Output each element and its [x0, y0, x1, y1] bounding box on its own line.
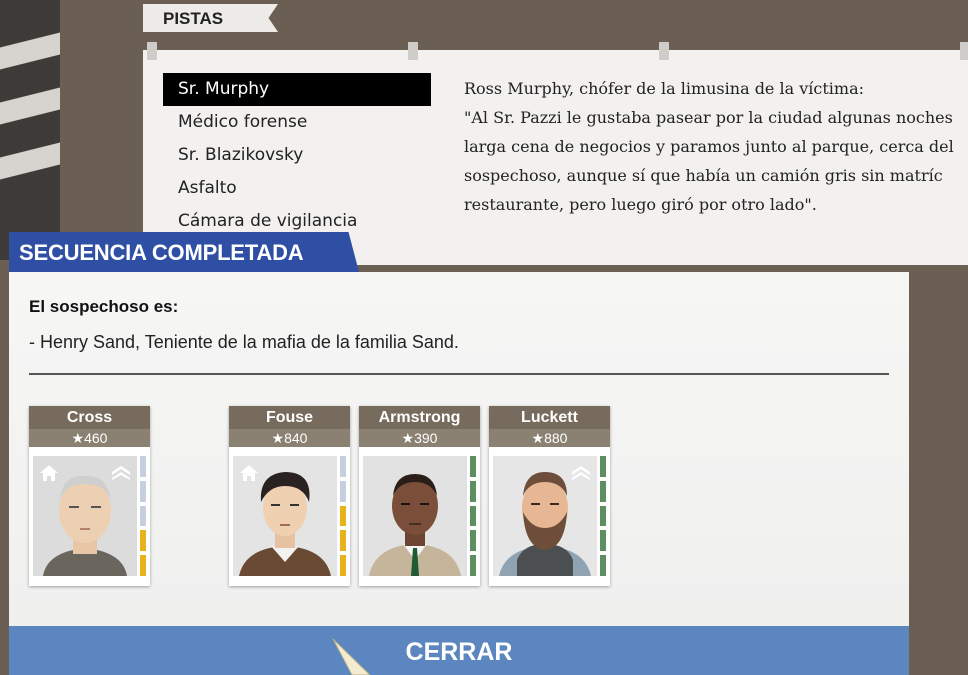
bar-segment [140, 505, 146, 527]
pistas-item-sr-blazikovsky[interactable]: Sr. Blazikovsky [163, 139, 431, 172]
bar-segment [140, 555, 146, 576]
card-score-value: 840 [284, 430, 308, 446]
clue-line: larga cena de negocios y paramos junto a… [464, 137, 954, 156]
card-name: Fouse [229, 406, 350, 429]
card-score: ★840 [229, 429, 350, 447]
pistas-list: Sr. Murphy Médico forense Sr. Blazikovsk… [163, 73, 431, 238]
card-score-value: 390 [414, 430, 438, 446]
clue-line: Ross Murphy, chófer de la limusina de la… [464, 79, 864, 98]
bar-segment [470, 480, 476, 502]
home-icon [240, 465, 258, 481]
pistas-item-sr-murphy[interactable]: Sr. Murphy [163, 73, 431, 106]
home-icon [40, 465, 58, 481]
card-name: Cross [29, 406, 150, 429]
close-button[interactable]: CERRAR [9, 626, 909, 675]
bar-segment [340, 530, 346, 552]
bar-segment [470, 456, 476, 477]
pistas-tab: PISTAS [143, 4, 278, 32]
clue-line: restaurante, pero luego giró por otro la… [464, 195, 817, 214]
suspect-card-armstrong[interactable]: Armstrong ★390 [359, 406, 480, 586]
bar-segment [340, 505, 346, 527]
pistas-item-medico-forense[interactable]: Médico forense [163, 106, 431, 139]
dialog-title: SECUENCIA COMPLETADA [19, 240, 304, 265]
bar-segment [470, 505, 476, 527]
suspect-description: - Henry Sand, Teniente de la mafia de la… [29, 332, 459, 352]
card-score-value: 460 [84, 430, 108, 446]
card-bars [140, 456, 146, 576]
card-score: ★460 [29, 429, 150, 447]
suspect-label: El sospechoso es: [29, 297, 179, 316]
card-score-value: 880 [544, 430, 568, 446]
card-bars [600, 456, 606, 576]
dialog-banner: SECUENCIA COMPLETADA [9, 232, 359, 272]
bar-segment [600, 505, 606, 527]
bar-segment [340, 555, 346, 576]
rank-chevron-icon [112, 466, 130, 480]
clue-line: "Al Sr. Pazzi le gustaba pasear por la c… [464, 108, 953, 127]
bar-segment [340, 456, 346, 477]
portrait-man-suit [363, 456, 467, 576]
background-building [0, 0, 60, 260]
pistas-item-asfalto[interactable]: Asfalto [163, 172, 431, 205]
suspect-card-fouse[interactable]: Fouse ★840 [229, 406, 350, 586]
bar-segment [600, 530, 606, 552]
card-score: ★880 [489, 429, 610, 447]
bar-segment [600, 456, 606, 477]
suspect-card-cross[interactable]: Cross ★460 [29, 406, 150, 586]
close-label: CERRAR [405, 638, 513, 666]
suspect-card-luckett[interactable]: Luckett ★880 [489, 406, 610, 586]
card-name: Armstrong [359, 406, 480, 429]
card-bars [340, 456, 346, 576]
bar-segment [470, 555, 476, 576]
pointer-cursor-icon [332, 638, 371, 675]
rank-chevron-icon [572, 466, 590, 480]
card-score: ★390 [359, 429, 480, 447]
clue-line: sospechoso, aunque sí que había un camió… [464, 166, 943, 185]
bar-segment [600, 555, 606, 576]
pistas-title: PISTAS [163, 9, 224, 28]
card-bars [470, 456, 476, 576]
bar-segment [340, 480, 346, 502]
sequence-complete-dialog: El sospechoso es: - Henry Sand, Teniente… [9, 272, 909, 675]
divider [29, 373, 889, 375]
pistas-clue-text: Ross Murphy, chófer de la limusina de la… [464, 74, 968, 219]
card-name: Luckett [489, 406, 610, 429]
bar-segment [140, 530, 146, 552]
bar-segment [140, 456, 146, 477]
bar-segment [600, 480, 606, 502]
bar-segment [470, 530, 476, 552]
bar-segment [140, 480, 146, 502]
